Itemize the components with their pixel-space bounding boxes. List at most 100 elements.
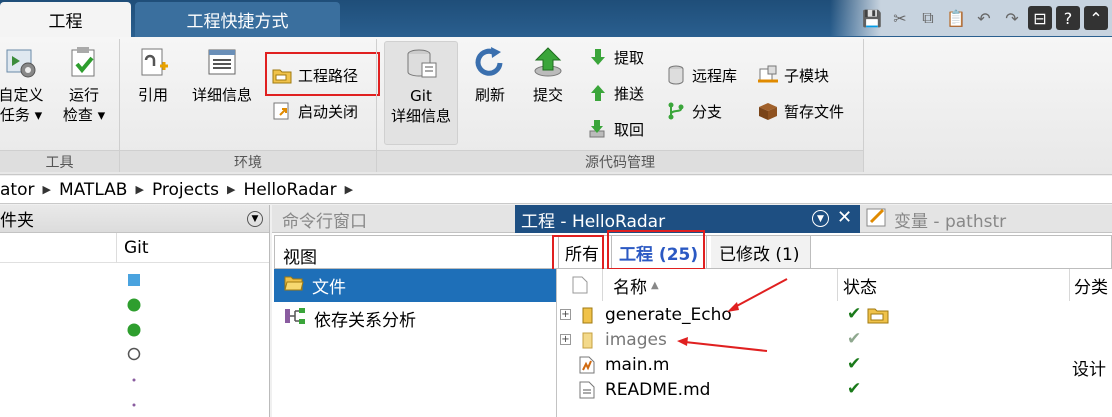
git-details-button[interactable]: Git 详细信息 <box>384 41 458 145</box>
details-icon <box>204 45 240 81</box>
file-name: generate_Echo <box>605 305 732 325</box>
tab-project-helloradar[interactable]: 工程 - HelloRadar ▼ ✕ <box>515 205 860 233</box>
group-label-environment: 环境 <box>120 150 376 172</box>
in-project-check-icon: ✔ <box>847 354 862 374</box>
separator <box>863 39 864 172</box>
view-label: 视图 <box>283 248 317 268</box>
table-row[interactable]: + images ✔ <box>557 328 1112 353</box>
references-icon <box>135 45 171 81</box>
name-column-header[interactable]: 名称 ▲ <box>603 269 838 301</box>
file-name: images <box>605 330 667 350</box>
remote-button[interactable]: 远程库 <box>666 61 737 89</box>
details-button[interactable]: 详细信息 <box>188 45 256 105</box>
breadcrumb: ator ▶ MATLAB ▶ Projects ▶ HelloRadar ▶ <box>0 176 1112 204</box>
references-button[interactable]: 引用 <box>126 45 180 105</box>
panel-tabs: 命令行窗口 工程 - HelloRadar ▼ ✕ 变量 - pathstr <box>272 205 1112 233</box>
view-tab-project[interactable]: 工程 (25) <box>611 236 707 268</box>
chevron-right-icon[interactable]: ▶ <box>135 183 143 196</box>
in-project-check-icon: ✔ <box>847 304 862 324</box>
folder-icon <box>582 332 593 349</box>
git-dot-icon <box>127 373 141 387</box>
tab-project-title: 工程 - HelloRadar <box>521 211 666 232</box>
help-icon[interactable]: ? <box>1056 6 1080 30</box>
startup-shutdown-icon <box>272 101 292 121</box>
git-dot-icon <box>127 398 141 412</box>
close-icon[interactable]: ✕ <box>837 207 852 228</box>
breadcrumb-item[interactable]: HelloRadar <box>243 180 336 200</box>
undo-icon[interactable]: ↶ <box>972 6 996 30</box>
category-column-header[interactable]: 分类 <box>1070 269 1112 301</box>
branch-icon <box>666 101 686 121</box>
file-type-column-header[interactable] <box>557 269 603 301</box>
chevron-right-icon[interactable]: ▶ <box>42 183 50 196</box>
custom-task-label-2: 任务 ▾ <box>0 106 43 124</box>
view-item-files[interactable]: 文件 <box>274 269 556 302</box>
expand-icon[interactable]: + <box>560 309 571 320</box>
startup-shutdown-button[interactable]: 启动关闭 <box>272 97 358 125</box>
references-label: 引用 <box>137 86 168 104</box>
submodule-icon <box>758 65 778 85</box>
startup-shutdown-label: 启动关闭 <box>298 102 359 121</box>
expand-icon[interactable]: + <box>560 334 571 345</box>
pull-button[interactable]: 取回 <box>588 115 644 143</box>
custom-task-button[interactable]: 自定义 任务 ▾ <box>0 45 50 125</box>
file-name: README.md <box>605 380 711 400</box>
chevron-right-icon[interactable]: ▶ <box>227 183 235 196</box>
remote-database-icon <box>666 65 686 85</box>
breadcrumb-item[interactable]: Projects <box>152 180 219 200</box>
custom-task-label-1: 自定义 <box>0 86 44 104</box>
stash-button[interactable]: 暂存文件 <box>758 97 844 125</box>
git-database-icon <box>403 46 439 82</box>
status-cell: ✔ <box>847 304 889 324</box>
git-unmodified-icon <box>127 323 141 337</box>
view-tab-all[interactable]: 所有 <box>558 236 606 268</box>
breadcrumb-item[interactable]: ator <box>0 180 34 200</box>
tab-menu-icon[interactable]: ▼ <box>812 210 829 227</box>
chevron-right-icon[interactable]: ▶ <box>345 183 353 196</box>
paste-icon[interactable]: 📋 <box>944 6 968 30</box>
branches-button[interactable]: 分支 <box>666 97 722 125</box>
current-folder-title: 件夹 <box>0 211 34 231</box>
view-tab-modified[interactable]: 已修改 (1) <box>711 236 811 268</box>
blank-file-icon <box>572 276 587 294</box>
markdown-file-icon <box>579 381 595 399</box>
switch-window-icon[interactable]: ⊟ <box>1028 6 1052 30</box>
project-path-label: 工程路径 <box>298 66 359 85</box>
current-folder-header: 件夹 ▼ <box>0 205 269 233</box>
tab-command-window[interactable]: 命令行窗口 <box>272 205 512 233</box>
submodules-button[interactable]: 子模块 <box>758 61 829 89</box>
run-checks-button[interactable]: 运行 检查 ▾ <box>56 45 112 125</box>
refresh-label: 刷新 <box>474 86 505 104</box>
refresh-button[interactable]: 刷新 <box>468 45 512 105</box>
table-row[interactable]: + generate_Echo ✔ <box>557 303 1112 328</box>
collapse-icon[interactable]: ⌃ <box>1084 6 1108 30</box>
variable-editor-icon <box>866 206 888 233</box>
fetch-button[interactable]: 提取 <box>588 43 644 71</box>
cut-icon[interactable]: ✂ <box>888 6 912 30</box>
git-column-header[interactable]: Git <box>124 238 149 258</box>
name-header-label: 名称 <box>613 277 647 298</box>
branches-label: 分支 <box>692 102 723 121</box>
push-button[interactable]: 推送 <box>588 79 644 107</box>
sort-ascending-icon: ▲ <box>651 279 659 291</box>
commit-button[interactable]: 提交 <box>526 45 570 105</box>
table-row[interactable]: main.m ✔ 设计 <box>557 353 1112 380</box>
git-unmodified-icon <box>127 298 141 312</box>
tab-project-shortcuts[interactable]: 工程快捷方式 <box>135 2 340 37</box>
table-row[interactable]: README.md ✔ <box>557 378 1112 403</box>
status-column-header[interactable]: 状态 <box>838 269 1070 301</box>
panel-menu-icon[interactable]: ▼ <box>247 210 263 227</box>
copy-icon[interactable]: ⧉ <box>916 6 940 30</box>
tab-variable-pathstr[interactable]: 变量 - pathstr <box>864 205 1112 233</box>
current-folder-panel: 件夹 ▼ Git <box>0 205 270 417</box>
redo-icon[interactable]: ↷ <box>1000 6 1024 30</box>
project-path-button[interactable]: 工程路径 <box>272 61 358 89</box>
breadcrumb-item[interactable]: MATLAB <box>59 180 128 200</box>
view-item-dependency-analysis[interactable]: 依存关系分析 <box>274 302 556 335</box>
group-label-tools: 工具 <box>0 150 119 172</box>
run-checks-label-1: 运行 <box>68 86 99 104</box>
fetch-icon <box>588 47 608 67</box>
tab-project[interactable]: 工程 <box>0 2 131 37</box>
save-icon[interactable]: 💾 <box>860 6 884 30</box>
pull-icon <box>588 119 608 139</box>
